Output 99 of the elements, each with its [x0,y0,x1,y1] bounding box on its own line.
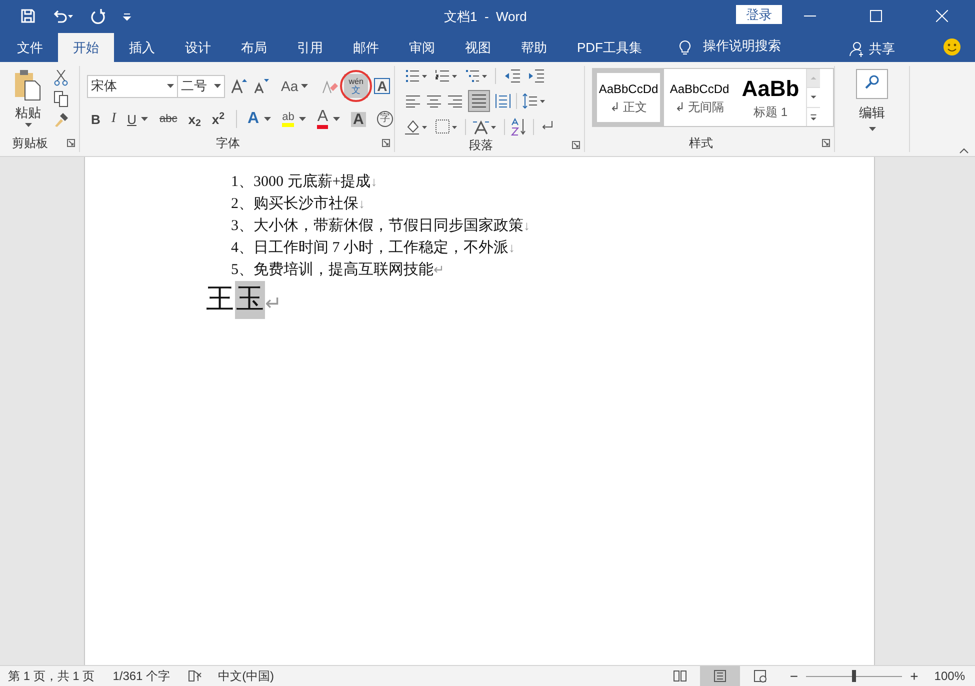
copy-icon[interactable] [54,91,68,107]
italic-button[interactable]: I [111,112,116,126]
document-line: 3、大小休，带薪休假，节假日同步国家政策↓ [231,216,530,236]
ribbon-tab[interactable]: 帮助 [506,33,562,62]
ribbon-tab[interactable]: 视图 [450,33,506,62]
justify-icon[interactable] [468,90,490,112]
ribbon-tab[interactable]: 引用 [282,33,338,62]
ribbon-tab[interactable]: 审阅 [394,33,450,62]
zoom-in-button[interactable]: + [910,666,918,686]
proofing-icon[interactable] [188,670,202,682]
bullets-icon[interactable] [405,69,427,83]
collapse-ribbon-icon[interactable] [959,148,969,154]
slider-thumb[interactable] [852,670,856,682]
numbering-icon[interactable] [435,69,457,83]
dialog-launcher-icon[interactable] [382,139,390,147]
undo-icon[interactable] [52,8,74,24]
underline-button[interactable]: U [127,112,136,126]
caret-icon[interactable] [24,122,32,126]
name-character: 玉 [235,281,265,319]
align-center-icon[interactable] [426,94,442,108]
align-right-icon[interactable] [447,94,463,108]
document-line: 2、购买长沙市社保↓ [231,194,365,214]
clear-format-icon[interactable] [322,78,338,94]
scissors-icon[interactable] [54,70,68,86]
person-add-icon [849,40,865,57]
superscript-button[interactable]: x$^{2}$ [212,112,225,126]
name-character: 王 [205,283,235,317]
highlight-button[interactable]: ab [282,112,294,126]
zoom-slider[interactable] [806,670,902,682]
customize-icon[interactable] [122,11,132,21]
character-border-button[interactable]: A [374,78,390,94]
print-layout-icon[interactable] [700,666,740,686]
document-line: 4、日工作时间 7 小时，工作稳定，不外派↓ [231,238,515,258]
dialog-launcher-icon[interactable] [822,139,830,147]
ribbon-tab[interactable]: 布局 [226,33,282,62]
editing-button[interactable]: 编辑 [859,103,885,122]
shrink-font-icon[interactable] [253,78,269,94]
ribbon-tab[interactable]: 插入 [114,33,170,62]
document-line: 1、3000 元底薪+提成↓ [231,172,378,192]
paste-button[interactable]: 粘贴 [15,103,41,122]
increase-indent-icon[interactable] [528,69,544,83]
group-label: 样式 [689,135,713,152]
font-name-field[interactable]: 宋体 [87,74,178,98]
lightbulb-icon[interactable] [679,39,691,55]
word-count[interactable]: 1/361 个字 [112,667,170,685]
search-icon[interactable] [856,69,888,99]
tell-me-search[interactable]: 操作说明搜索 [703,36,781,55]
grow-font-icon[interactable] [231,78,247,94]
caret-icon[interactable] [868,126,876,130]
dialog-launcher-icon[interactable] [67,139,75,147]
text-effects-button[interactable]: A [248,111,260,127]
shading-icon[interactable] [405,119,429,135]
subscript-button[interactable]: x$_{2}$ [188,112,201,126]
group-label: 字体 [216,135,240,152]
dialog-launcher-icon[interactable] [572,141,580,149]
group-label: 段落 [469,137,493,154]
format-painter-icon[interactable] [54,112,70,128]
asian-layout-icon[interactable] [472,119,498,135]
maximize-icon[interactable] [870,10,882,22]
sort-icon[interactable] [511,118,527,136]
borders-icon[interactable] [435,119,459,135]
font-size-field[interactable]: 二号 [177,74,225,98]
decrease-indent-icon[interactable] [504,69,520,83]
enclose-characters-button[interactable]: 字 [376,111,393,127]
ribbon-tab[interactable]: PDF工具集 [562,33,657,62]
caret-icon[interactable] [214,84,221,88]
font-color-button[interactable]: A [317,109,328,129]
smiley-icon[interactable] [943,38,961,56]
strikethrough-button[interactable]: abc [159,114,178,124]
redo-icon[interactable] [90,8,106,24]
ribbon-tab[interactable]: 设计 [170,33,226,62]
language-status[interactable]: 中文(中国) [218,667,274,685]
caret-icon[interactable] [141,117,148,121]
ribbon-tab[interactable]: 文件 [2,33,58,62]
document-line: 5、免费培训，提高互联网技能↵ [231,260,444,280]
character-shading-button[interactable]: A [351,112,366,126]
ribbon-tab[interactable]: 开始 [58,33,114,62]
multilevel-list-icon[interactable] [465,69,487,83]
ribbon-tab[interactable]: 邮件 [338,33,394,62]
caret-icon[interactable] [264,117,272,121]
line-spacing-icon[interactable] [522,93,546,109]
bold-button[interactable]: B [91,112,100,126]
paragraph-mark: ↵ [265,292,282,317]
share-button[interactable]: 共享 [869,39,895,58]
align-left-icon[interactable] [405,94,421,108]
caret-icon[interactable] [333,117,340,121]
page-count[interactable]: 第 1 页，共 1 页 [8,667,95,685]
close-icon[interactable] [936,10,948,22]
change-case-button[interactable]: Aa [281,76,308,96]
style-item[interactable]: AaBbCcDd ↲ 正文 [593,69,664,126]
distribute-icon[interactable] [495,93,511,109]
zoom-out-button[interactable]: − [790,666,798,686]
caret-icon[interactable] [167,84,174,88]
group-label: 剪贴板 [12,135,48,152]
save-icon[interactable] [20,8,36,24]
zoom-level[interactable]: 100% [934,667,965,685]
window-title: 文档1 - Word [444,8,527,26]
caret-icon[interactable] [299,117,306,121]
caret-icon[interactable] [301,84,308,88]
